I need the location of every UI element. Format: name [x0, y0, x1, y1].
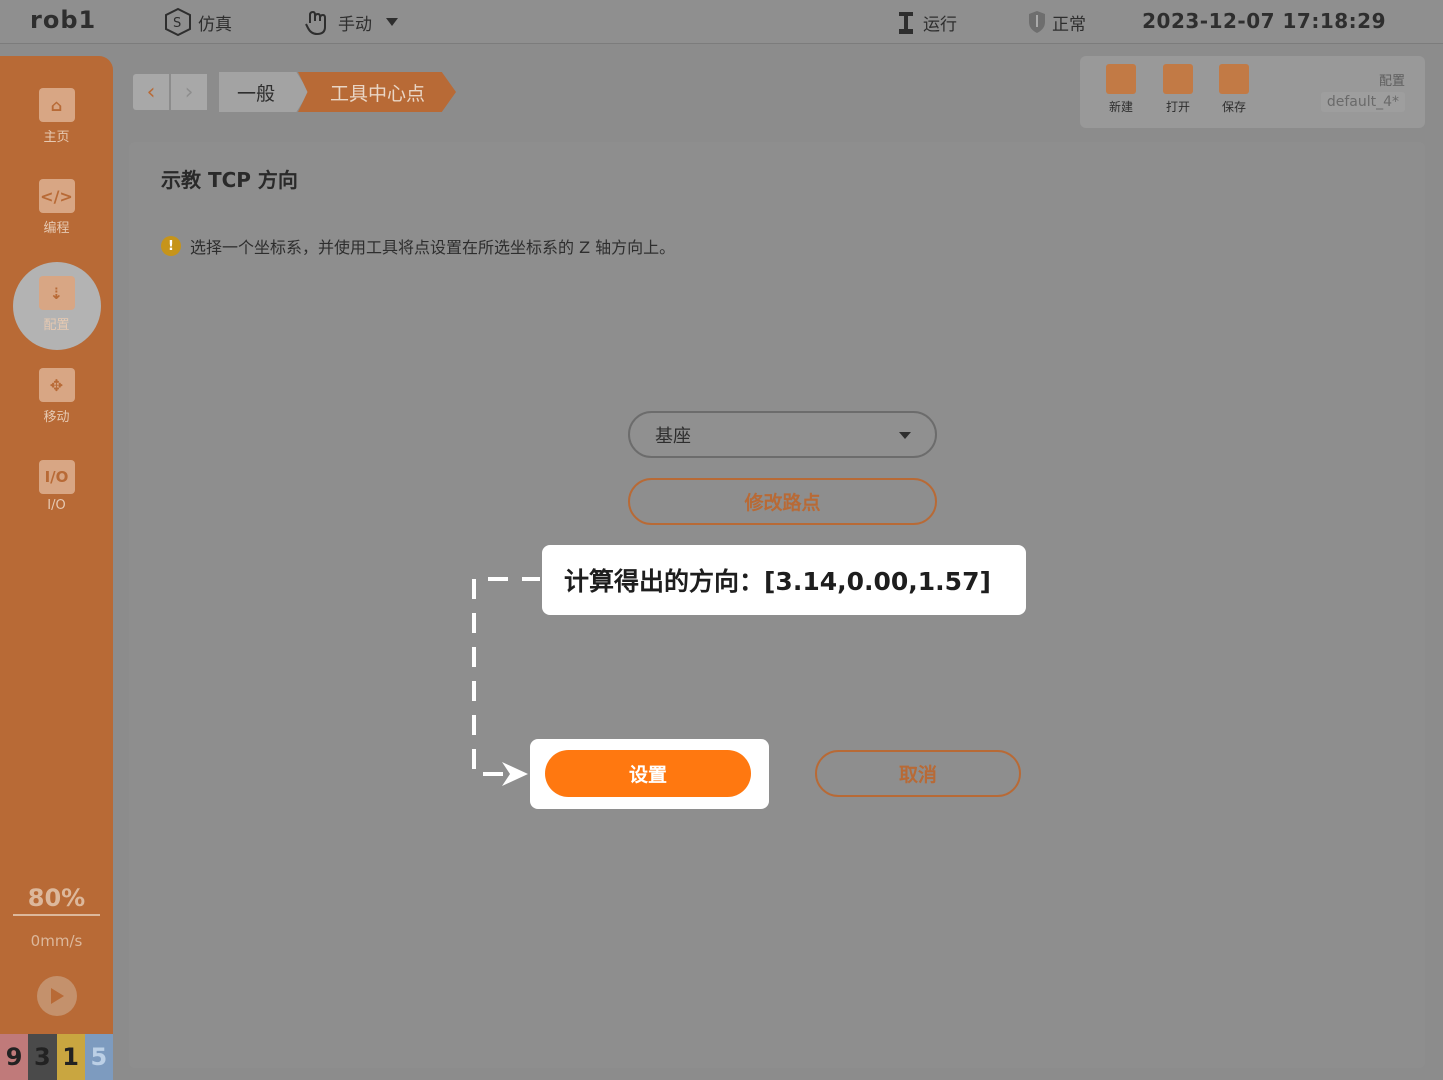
page-title: 示教 TCP 方向 [161, 168, 298, 192]
chevron-down-icon [899, 432, 911, 439]
chevron-down-icon [386, 18, 398, 26]
sidebar: ⌂ 主页 </> 编程 ⇣ 配置 ✥ 移动 I/O I/O 80% 0mm/s [0, 56, 113, 1080]
frame-select[interactable]: 基座 [628, 411, 937, 458]
speed-percent[interactable]: 80% [0, 884, 113, 912]
sidebar-item-io[interactable]: I/O I/O [0, 460, 113, 513]
datetime: 2023-12-07 17:18:29 [1142, 9, 1386, 33]
sidebar-item-label: 主页 [43, 130, 70, 145]
sidebar-item-move[interactable]: ✥ 移动 [0, 368, 113, 425]
robot-arm-icon [899, 12, 913, 34]
set-button[interactable]: 设置 [545, 750, 751, 797]
counter-red[interactable]: 9 [0, 1034, 29, 1080]
sidebar-item-label: I/O [47, 498, 66, 513]
file-toolbar: 新建 打开 保存 配置 default_4* [1080, 56, 1425, 128]
forward-arrow-icon[interactable]: › [171, 74, 207, 110]
open-label: 打开 [1165, 100, 1190, 114]
folder-icon [1163, 64, 1193, 94]
config-label: 配置 [1378, 74, 1405, 89]
info-icon: ! [161, 236, 181, 256]
sidebar-item-label: 编程 [43, 221, 70, 236]
config-name: default_4* [1320, 92, 1405, 112]
counter-blue[interactable]: 5 [84, 1034, 113, 1080]
sidebar-item-home[interactable]: ⌂ 主页 [0, 88, 113, 145]
speed-divider [13, 914, 100, 916]
new-button[interactable]: 新建 [1101, 64, 1141, 115]
top-bar: rob1 S 仿真 手动 运行 正常 2023-12-07 17:18:29 [0, 0, 1443, 44]
robot-name: rob1 [30, 6, 97, 34]
run-label: 运行 [923, 14, 957, 35]
svg-text:S: S [173, 16, 181, 31]
breadcrumb-tcp[interactable]: 工具中心点 [298, 72, 456, 112]
mode-label: 手动 [338, 14, 372, 35]
code-icon: </> [38, 179, 75, 213]
sidebar-item-label: 配置 [43, 318, 70, 333]
status-indicator: 正常 [1026, 8, 1086, 36]
sidebar-item-label: 移动 [43, 410, 70, 425]
back-arrow-icon[interactable]: ‹ [133, 74, 169, 110]
counter-dark[interactable]: 3 [28, 1034, 57, 1080]
shield-icon [1029, 11, 1045, 33]
sidebar-item-config[interactable]: ⇣ 配置 [0, 276, 113, 333]
sidebar-item-program[interactable]: </> 编程 [0, 179, 113, 236]
save-button[interactable]: 保存 [1214, 64, 1254, 115]
open-button[interactable]: 打开 [1158, 64, 1198, 115]
run-indicator: 运行 [895, 8, 957, 36]
counter-yellow[interactable]: 1 [56, 1034, 85, 1080]
result-callout: 计算得出的方向：[3.14,0.00,1.57] [542, 545, 1026, 615]
history-nav: ‹ › [133, 74, 207, 110]
new-label: 新建 [1108, 100, 1133, 114]
cancel-button[interactable]: 取消 [815, 750, 1021, 797]
hand-icon [305, 10, 326, 36]
save-label: 保存 [1221, 100, 1246, 114]
home-icon: ⌂ [38, 88, 75, 122]
save-icon [1219, 64, 1249, 94]
io-icon: I/O [38, 460, 75, 494]
simulation-label: 仿真 [198, 14, 232, 35]
status-counters: 9 3 1 5 [0, 1034, 113, 1080]
config-icon: ⇣ [38, 276, 75, 310]
move-icon: ✥ [38, 368, 75, 402]
info-message: ! 选择一个坐标系，并使用工具将点设置在所选坐标系的 Z 轴方向上。 [161, 234, 675, 258]
frame-select-value: 基座 [655, 425, 691, 447]
info-text: 选择一个坐标系，并使用工具将点设置在所选坐标系的 Z 轴方向上。 [190, 238, 676, 257]
play-icon [51, 988, 64, 1004]
simulation-indicator[interactable]: S 仿真 [162, 7, 232, 37]
simulation-icon: S [165, 7, 191, 37]
status-label: 正常 [1052, 14, 1086, 35]
mode-dropdown[interactable]: 手动 [302, 8, 398, 36]
new-file-icon [1106, 64, 1136, 94]
play-button[interactable] [37, 976, 77, 1016]
breadcrumb-general[interactable]: 一般 [219, 72, 309, 112]
speed-value: 0mm/s [30, 932, 83, 950]
modify-waypoint-button[interactable]: 修改路点 [628, 478, 937, 525]
callout-connector [472, 577, 540, 786]
